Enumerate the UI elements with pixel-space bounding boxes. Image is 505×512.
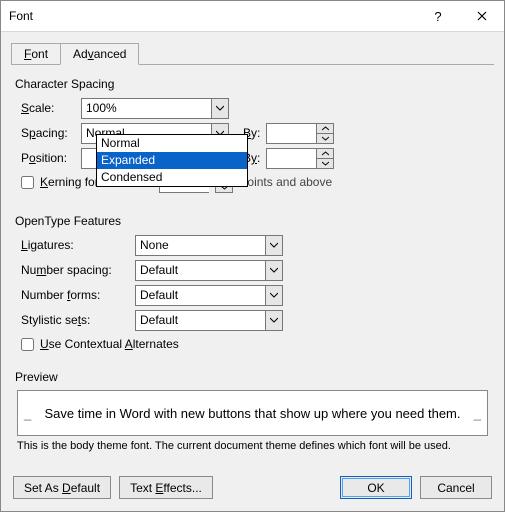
scale-input[interactable] (81, 98, 211, 119)
tab-advanced[interactable]: Advanced (60, 43, 139, 65)
number-forms-combo[interactable] (135, 285, 283, 306)
help-button[interactable]: ? (416, 1, 460, 31)
titlebar: Font ? (1, 1, 504, 32)
stylistic-sets-dropdown-button[interactable] (265, 310, 283, 331)
kerning-checkbox[interactable] (21, 176, 34, 189)
chevron-down-icon (216, 104, 224, 112)
contextual-alternates-label: Use Contextual Alternates (40, 337, 179, 351)
window-title: Font (1, 9, 416, 23)
opentype-group: OpenType Features (15, 214, 490, 228)
font-dialog: Font ? Font Advanced Character Spacing S… (0, 0, 505, 512)
preview-right-marker: _ (474, 406, 481, 421)
close-button[interactable] (460, 1, 504, 31)
character-spacing-group: Character Spacing (15, 77, 490, 91)
contextual-alternates-checkbox[interactable] (21, 338, 34, 351)
preview-note: This is the body theme font. The current… (17, 440, 488, 452)
close-icon (477, 11, 487, 21)
kerning-suffix: Points and above (239, 175, 332, 189)
spacing-label: Spacing: (15, 126, 81, 140)
ligatures-input[interactable] (135, 235, 265, 256)
chevron-down-icon (270, 241, 278, 249)
cancel-button[interactable]: Cancel (420, 476, 492, 499)
preview-box: _ Save time in Word with new buttons tha… (17, 390, 488, 436)
stylistic-sets-combo[interactable] (135, 310, 283, 331)
number-forms-dropdown-button[interactable] (265, 285, 283, 306)
position-by-spinner[interactable] (266, 148, 334, 169)
spacing-by-spinner[interactable] (266, 123, 334, 144)
stylistic-sets-label: Stylistic sets: (15, 313, 135, 327)
dropdown-option-normal[interactable]: Normal (97, 135, 247, 152)
dialog-body: Character Spacing Scale: Spacing: By: Po… (1, 65, 504, 466)
tab-font-label: ont (31, 47, 48, 61)
spin-up-button[interactable] (317, 149, 333, 158)
text-effects-button[interactable]: Text Effects... (119, 476, 213, 499)
tab-font[interactable]: Font (11, 43, 61, 65)
spin-down-button[interactable] (317, 133, 333, 143)
scale-dropdown-button[interactable] (211, 98, 229, 119)
chevron-up-icon (322, 126, 329, 131)
preview-text: Save time in Word with new buttons that … (45, 406, 461, 421)
ligatures-label: Ligatures: (15, 238, 135, 252)
chevron-down-icon (270, 316, 278, 324)
stylistic-sets-input[interactable] (135, 310, 265, 331)
number-forms-input[interactable] (135, 285, 265, 306)
chevron-down-icon (270, 291, 278, 299)
number-forms-label: Number forms: (15, 288, 135, 302)
dropdown-option-expanded[interactable]: Expanded (97, 152, 247, 169)
ligatures-combo[interactable] (135, 235, 283, 256)
set-as-default-button[interactable]: Set As Default (13, 476, 111, 499)
number-spacing-combo[interactable] (135, 260, 283, 281)
spin-up-button[interactable] (317, 124, 333, 133)
scale-label: Scale: (15, 101, 81, 115)
preview-label: Preview (15, 370, 490, 384)
tab-strip: Font Advanced (11, 42, 494, 64)
number-spacing-input[interactable] (135, 260, 265, 281)
chevron-down-icon (322, 136, 329, 141)
ok-button[interactable]: OK (340, 476, 412, 499)
button-bar: Set As Default Text Effects... OK Cancel (1, 466, 504, 511)
chevron-down-icon (322, 161, 329, 166)
spacing-by-input[interactable] (266, 123, 316, 144)
preview-left-marker: _ (24, 406, 31, 421)
scale-combo[interactable] (81, 98, 229, 119)
chevron-up-icon (322, 151, 329, 156)
number-spacing-label: Number spacing: (15, 263, 135, 277)
chevron-down-icon (270, 266, 278, 274)
dropdown-option-condensed[interactable]: Condensed (97, 169, 247, 186)
spacing-dropdown-list[interactable]: Normal Expanded Condensed (96, 134, 248, 187)
spin-down-button[interactable] (317, 158, 333, 168)
position-by-input[interactable] (266, 148, 316, 169)
ligatures-dropdown-button[interactable] (265, 235, 283, 256)
position-label: Position: (15, 151, 81, 165)
number-spacing-dropdown-button[interactable] (265, 260, 283, 281)
